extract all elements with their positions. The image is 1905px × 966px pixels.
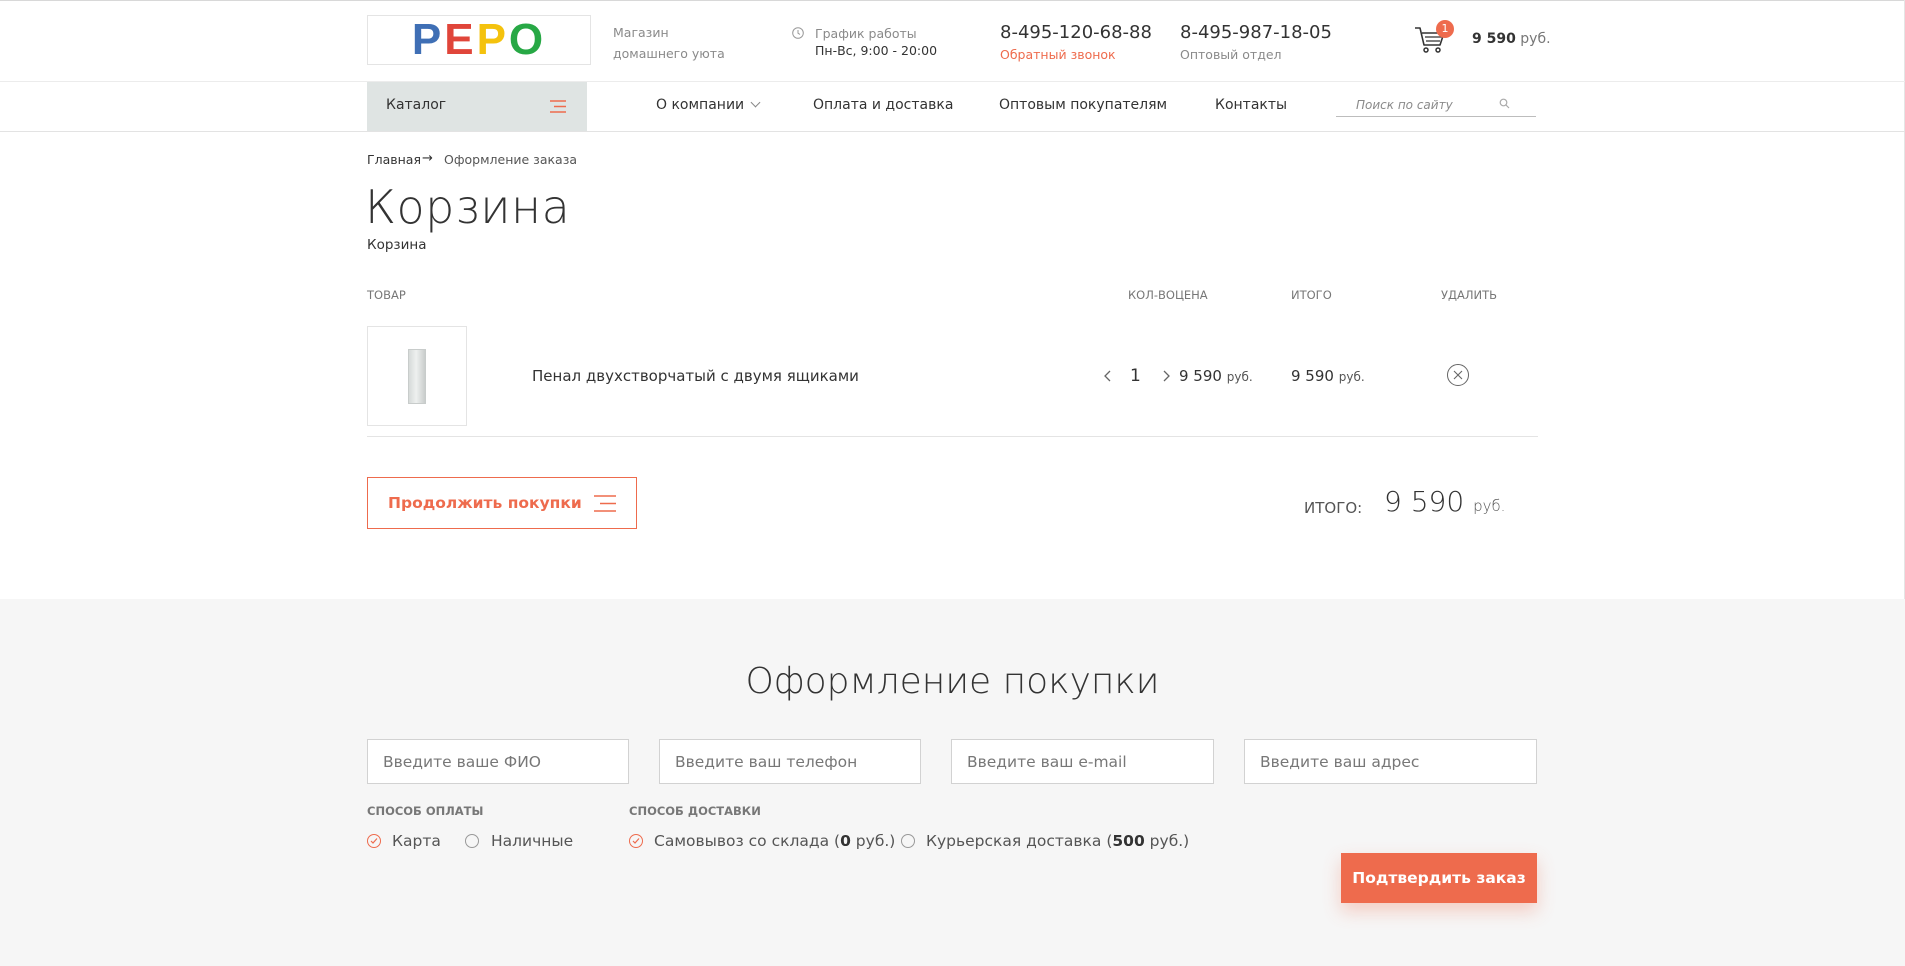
nav-top-divider: [0, 81, 1905, 82]
hours-label: График работы: [815, 26, 917, 41]
unit-price-currency: руб.: [1226, 370, 1253, 384]
phone-field-wrap: [659, 739, 921, 784]
payment-card-radio[interactable]: [367, 834, 381, 848]
top-border: [0, 0, 1905, 1]
payment-method-label: Способ оплаты: [367, 804, 484, 818]
name-field[interactable]: [368, 740, 628, 783]
header-cart-currency: руб.: [1520, 31, 1551, 47]
nav-item-about[interactable]: О компании: [656, 97, 761, 113]
site-logo[interactable]: P E P O: [367, 15, 591, 65]
courier-text-before: Курьерская доставка (: [926, 832, 1113, 850]
tagline-line-2: домашнего уюта: [613, 46, 725, 61]
check-icon: [370, 838, 378, 844]
payment-cash-label[interactable]: Наличные: [491, 832, 573, 850]
address-field[interactable]: [1245, 740, 1536, 783]
phone-field[interactable]: [660, 740, 920, 783]
breadcrumb-arrow-icon: →: [422, 151, 433, 166]
logo-letter-p2: P: [476, 15, 509, 64]
email-field[interactable]: [952, 740, 1213, 783]
nav-item-wholesale[interactable]: Оптовым покупателям: [999, 97, 1167, 113]
breadcrumb-current: Оформление заказа: [444, 152, 578, 167]
menu-icon: [550, 100, 566, 113]
nav-item-about-label: О компании: [656, 97, 745, 113]
cart-count-badge: 1: [1436, 20, 1454, 38]
column-header-total: Итого: [1291, 288, 1332, 302]
unit-price: 9 590 руб.: [1179, 367, 1253, 385]
pickup-text-after: руб.): [850, 832, 896, 850]
wholesale-phone[interactable]: 8-495-987-18-05: [1180, 22, 1332, 43]
delivery-courier-label[interactable]: Курьерская доставка (500 руб.): [926, 832, 1189, 850]
logo-letter-e: E: [444, 15, 477, 64]
qty-decrease-icon[interactable]: [1102, 368, 1114, 384]
product-thumbnail[interactable]: [367, 326, 467, 426]
catalog-label: Каталог: [386, 97, 447, 113]
qty-value[interactable]: 1: [1130, 366, 1141, 386]
nav-item-payment-delivery[interactable]: Оплата и доставка: [813, 97, 953, 113]
close-icon: [1453, 370, 1463, 380]
product-name[interactable]: Пенал двухстворчатый с двумя ящиками: [532, 367, 859, 385]
unit-price-value: 9 590: [1179, 367, 1222, 385]
check-icon: [632, 838, 640, 844]
cart-total-currency: руб.: [1473, 497, 1506, 515]
search-input[interactable]: [1336, 95, 1516, 115]
address-field-wrap: [1244, 739, 1537, 784]
wholesale-label: Оптовый отдел: [1180, 47, 1282, 62]
delivery-pickup-label[interactable]: Самовывоз со склада (0 руб.): [654, 832, 895, 850]
hours-value: Пн-Вс, 9:00 - 20:00: [815, 43, 938, 58]
menu-icon: [594, 495, 616, 512]
nav-bottom-divider: [0, 131, 1905, 132]
courier-text-after: руб.): [1144, 832, 1190, 850]
clock-icon: [792, 27, 804, 39]
breadcrumb-home[interactable]: Главная: [367, 152, 421, 167]
courier-amount: 500: [1112, 832, 1145, 850]
page-title: Корзина: [365, 180, 571, 234]
payment-card-label[interactable]: Карта: [392, 832, 441, 850]
chevron-down-icon: [750, 97, 761, 108]
product-image: [408, 349, 426, 404]
nav-item-contacts[interactable]: Контакты: [1215, 97, 1287, 113]
cart-total: 9 590 руб.: [1384, 485, 1505, 518]
continue-shopping-label: Продолжить покупки: [388, 494, 582, 512]
pickup-text-before: Самовывоз со склада (: [654, 832, 841, 850]
main-phone[interactable]: 8-495-120-68-88: [1000, 22, 1152, 43]
logo-letter-p1: P: [411, 15, 445, 64]
remove-item-button[interactable]: [1447, 364, 1469, 386]
header-cart-amount: 9 590: [1472, 31, 1516, 47]
logo-letter-o: O: [508, 15, 547, 64]
email-field-wrap: [951, 739, 1214, 784]
column-header-qty-price: Кол-воцена: [1128, 288, 1208, 302]
name-field-wrap: [367, 739, 629, 784]
tagline-line-1: Магазин: [613, 25, 669, 40]
column-header-product: Товар: [367, 288, 406, 302]
continue-shopping-button[interactable]: Продолжить покупки: [367, 477, 637, 529]
header-cart-total[interactable]: 9 590 руб.: [1472, 31, 1551, 47]
pickup-amount: 0: [840, 832, 851, 850]
search-icon[interactable]: [1499, 98, 1510, 109]
confirm-order-button[interactable]: Подтвердить заказ: [1341, 853, 1537, 903]
line-total: 9 590 руб.: [1291, 367, 1365, 385]
column-header-remove: Удалить: [1441, 288, 1498, 302]
qty-increase-icon[interactable]: [1160, 368, 1172, 384]
delivery-pickup-radio[interactable]: [629, 834, 643, 848]
delivery-courier-radio[interactable]: [901, 834, 915, 848]
delivery-method-label: Способ доставки: [629, 804, 761, 818]
callback-link[interactable]: Обратный звонок: [1000, 47, 1116, 62]
row-divider: [367, 436, 1538, 437]
cart-total-value: 9 590: [1384, 485, 1465, 518]
site-tagline: Магазин домашнего уюта: [613, 22, 725, 64]
line-total-value: 9 590: [1291, 367, 1334, 385]
page-subtitle: Корзина: [367, 237, 427, 253]
cart-total-label: Итого:: [1304, 499, 1363, 517]
line-total-currency: руб.: [1338, 370, 1365, 384]
payment-cash-radio[interactable]: [465, 834, 479, 848]
checkout-title: Оформление покупки: [745, 661, 1160, 702]
